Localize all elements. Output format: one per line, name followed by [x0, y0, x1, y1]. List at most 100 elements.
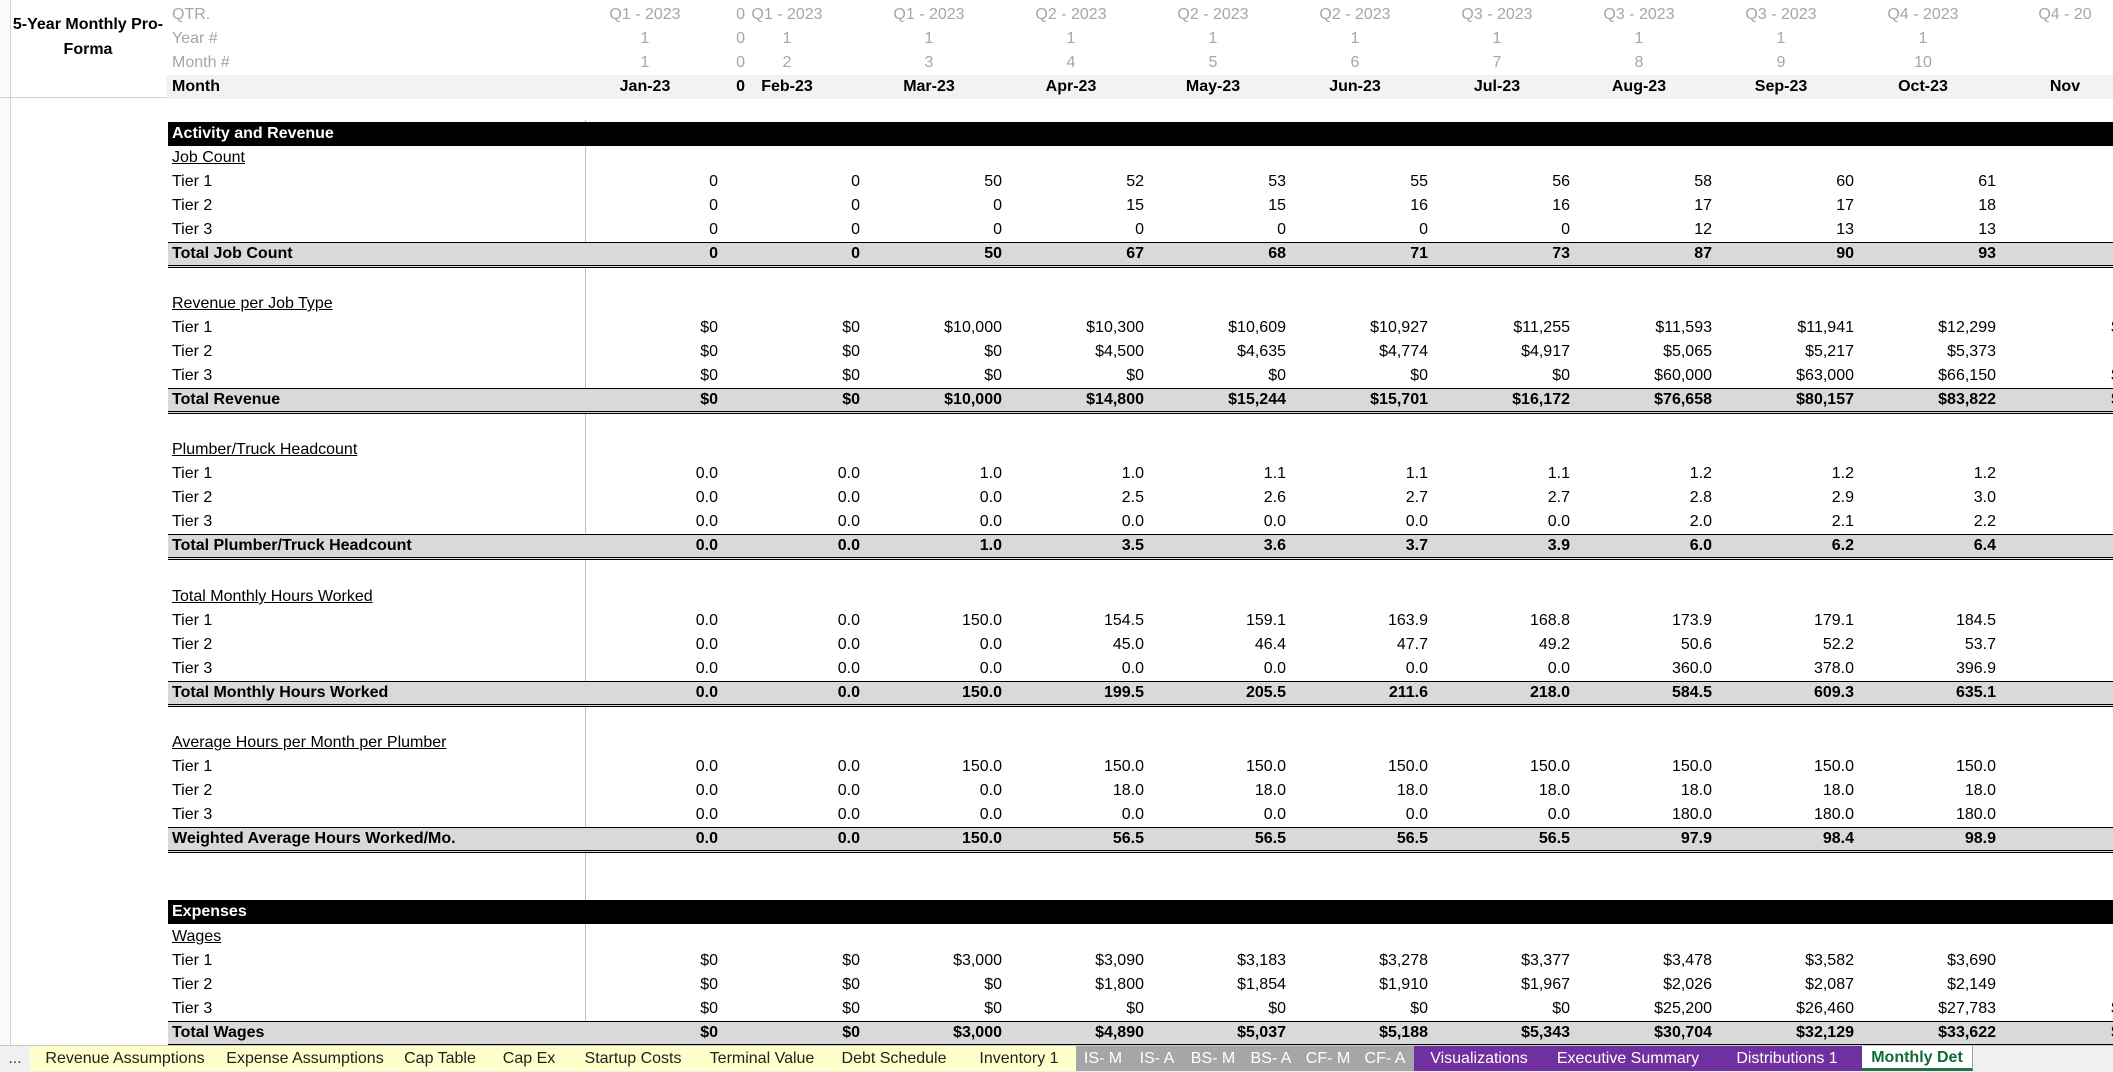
value-cell[interactable]: $2,149 [1856, 973, 1998, 997]
value-cell[interactable]: 0.0 [862, 803, 1004, 827]
header-cell[interactable]: 1 [858, 27, 1000, 51]
value-cell[interactable]: 73 [1430, 243, 1572, 265]
value-cell[interactable]: 3.5 [1004, 535, 1146, 557]
value-cell[interactable]: $15,701 [1288, 389, 1430, 411]
value-cell[interactable]: 0.0 [1146, 657, 1288, 681]
value-cell[interactable]: 18.0 [1288, 779, 1430, 803]
value-cell[interactable]: $4,635 [1146, 340, 1288, 364]
value-cell[interactable]: $4,917 [1430, 340, 1572, 364]
header-cell[interactable]: Q1 - 2023 [858, 3, 1000, 27]
value-cell[interactable]: 1.0 [1004, 462, 1146, 486]
value-cell[interactable]: 61 [1856, 170, 1998, 194]
value-cell[interactable]: 0 [578, 218, 720, 242]
row-label[interactable]: Tier 1 [172, 316, 212, 340]
sheet-tab[interactable]: Executive Summary [1544, 1046, 1713, 1071]
value-cell[interactable]: $0 [862, 364, 1004, 388]
value-cell[interactable]: $0 [1146, 997, 1288, 1021]
value-cell[interactable]: 15 [1146, 194, 1288, 218]
sheet-tab[interactable]: Expense Assumptions [220, 1046, 391, 1071]
value-cell[interactable]: $63,000 [1714, 364, 1856, 388]
value-cell[interactable]: 180.0 [1856, 803, 1998, 827]
value-cell[interactable]: 60 [1714, 170, 1856, 194]
value-cell[interactable]: 0.0 [862, 657, 1004, 681]
value-cell[interactable]: $3,278 [1288, 949, 1430, 973]
value-cell[interactable]: 12 [1572, 218, 1714, 242]
value-cell[interactable]: $87 [1998, 389, 2113, 411]
value-cell[interactable]: 0.0 [1288, 657, 1430, 681]
value-cell[interactable]: $60,000 [1572, 364, 1714, 388]
value-cell[interactable]: $26,460 [1714, 997, 1856, 1021]
value-cell[interactable]: $11,941 [1714, 316, 1856, 340]
value-cell[interactable]: 18 [1856, 194, 1998, 218]
value-cell[interactable]: 0.0 [862, 633, 1004, 657]
value-cell[interactable]: 0.0 [862, 779, 1004, 803]
value-cell[interactable]: 180.0 [1572, 803, 1714, 827]
header-cell[interactable]: Q2 - 2023 [1000, 3, 1142, 27]
value-cell[interactable]: 635.1 [1856, 682, 1998, 704]
header-cell[interactable]: 1 [574, 27, 716, 51]
value-cell[interactable]: 0.0 [578, 462, 720, 486]
value-cell[interactable]: 199.5 [1004, 682, 1146, 704]
sheet-tab[interactable]: Monthly Det [1862, 1046, 1973, 1071]
value-cell[interactable]: $3 [1998, 949, 2113, 973]
value-cell[interactable]: $12,299 [1856, 316, 1998, 340]
value-cell[interactable]: $0 [1288, 997, 1430, 1021]
value-cell[interactable]: $0 [578, 364, 720, 388]
value-cell[interactable]: 0.0 [578, 779, 720, 803]
header-cell[interactable]: Q1 - 2023 [716, 3, 858, 27]
value-cell[interactable]: $2 [1998, 973, 2113, 997]
value-cell[interactable]: 2.5 [1004, 486, 1146, 510]
value-cell[interactable]: $10,300 [1004, 316, 1146, 340]
sheet-tab[interactable]: Terminal Value [698, 1046, 827, 1071]
value-cell[interactable]: 4 [1998, 657, 2113, 681]
value-cell[interactable]: 2.7 [1430, 486, 1572, 510]
value-cell[interactable]: $0 [578, 316, 720, 340]
row-label[interactable]: Weighted Average Hours Worked/Mo. [172, 828, 456, 850]
value-cell[interactable]: 1 [1998, 755, 2113, 779]
value-cell[interactable]: $83,822 [1856, 389, 1998, 411]
row-label[interactable]: Total Revenue [172, 389, 280, 411]
header-cell[interactable]: Jan-23 [574, 75, 716, 99]
value-cell[interactable]: $14,800 [1004, 389, 1146, 411]
value-cell[interactable]: $1,800 [1004, 973, 1146, 997]
sheet-tab[interactable]: Inventory 1 [962, 1046, 1077, 1071]
sheet-tab[interactable]: BS- M [1184, 1046, 1243, 1071]
value-cell[interactable]: 18.0 [1430, 779, 1572, 803]
value-cell[interactable]: $33,622 [1856, 1022, 1998, 1044]
value-cell[interactable]: 179.1 [1714, 609, 1856, 633]
value-cell[interactable]: 184.5 [1856, 609, 1998, 633]
value-cell[interactable]: 150.0 [1856, 755, 1998, 779]
row-label[interactable]: Tier 3 [172, 803, 212, 827]
value-cell[interactable]: 168.8 [1430, 609, 1572, 633]
header-cell[interactable]: 1 [1426, 27, 1568, 51]
header-cell[interactable]: Oct-23 [1852, 75, 1994, 99]
row-label[interactable]: Total Wages [172, 1022, 264, 1044]
sheet-tab[interactable]: Visualizations [1414, 1046, 1545, 1071]
value-cell[interactable]: 0 [1146, 218, 1288, 242]
value-cell[interactable]: 0.0 [720, 828, 862, 850]
value-cell[interactable]: 56.5 [1430, 828, 1572, 850]
value-cell[interactable]: $0 [578, 389, 720, 411]
value-cell[interactable]: $3,582 [1714, 949, 1856, 973]
header-cell[interactable]: Q2 - 2023 [1142, 3, 1284, 27]
value-cell[interactable]: 97.9 [1572, 828, 1714, 850]
value-cell[interactable]: 6.4 [1856, 535, 1998, 557]
value-cell[interactable]: 2.0 [1572, 510, 1714, 534]
value-cell[interactable]: 163.9 [1288, 609, 1430, 633]
value-cell[interactable]: 56.5 [1004, 828, 1146, 850]
row-label[interactable]: Average Hours per Month per Plumber [172, 731, 447, 755]
row-label[interactable]: Tier 1 [172, 949, 212, 973]
value-cell[interactable]: $16,172 [1430, 389, 1572, 411]
value-cell[interactable]: $3,183 [1146, 949, 1288, 973]
sheet-tab[interactable]: Distributions 1 [1712, 1046, 1863, 1071]
value-cell[interactable]: 1.1 [1430, 462, 1572, 486]
value-cell[interactable]: 18.0 [1856, 779, 1998, 803]
value-cell[interactable]: 13 [1714, 218, 1856, 242]
row-label[interactable]: Total Monthly Hours Worked [172, 682, 388, 704]
value-cell[interactable]: 1.0 [862, 462, 1004, 486]
value-cell[interactable]: 150.0 [1430, 755, 1572, 779]
value-cell[interactable]: 3.7 [1288, 535, 1430, 557]
value-cell[interactable]: 0 [720, 218, 862, 242]
row-label[interactable]: Tier 3 [172, 657, 212, 681]
value-cell[interactable]: 56.5 [1146, 828, 1288, 850]
